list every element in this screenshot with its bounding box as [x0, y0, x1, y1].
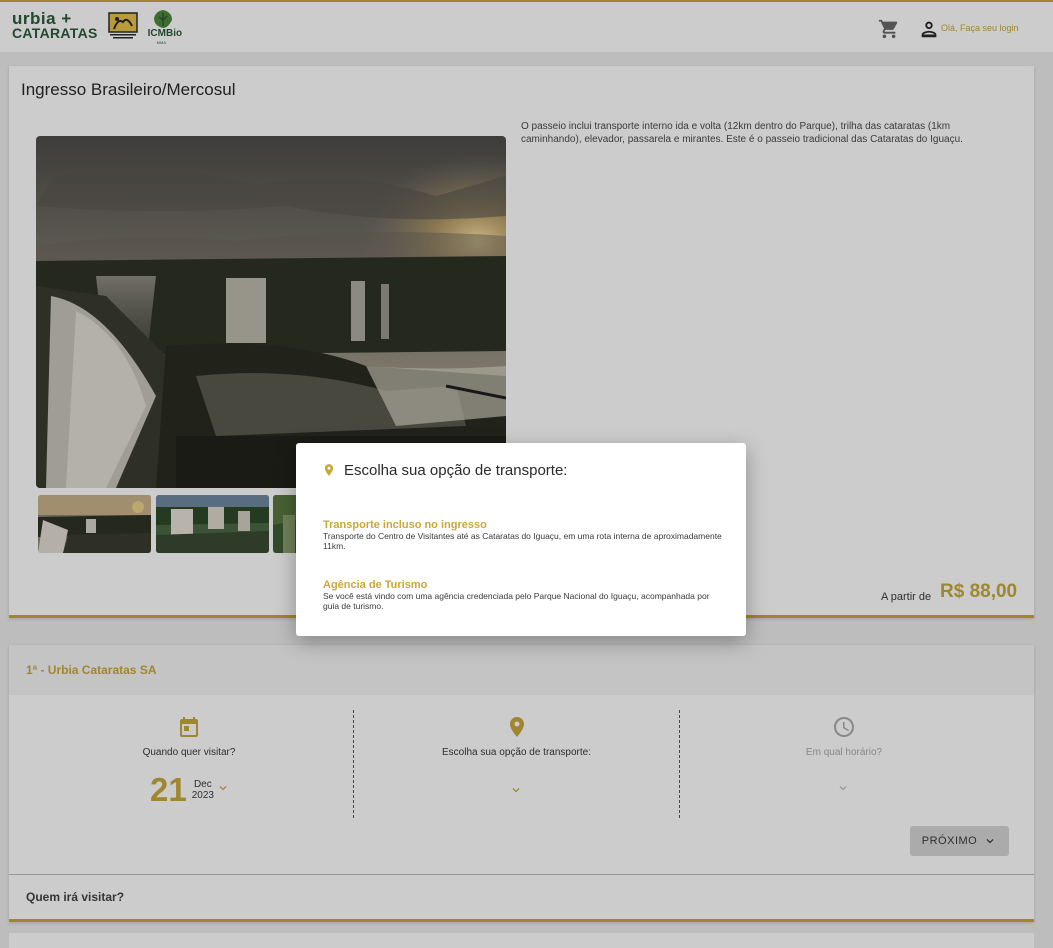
transport-modal: Escolha sua opção de transporte: Transpo… — [296, 443, 746, 636]
transport-option-agency[interactable]: Agência de Turismo Se você está vindo co… — [323, 579, 723, 611]
modal-title: Escolha sua opção de transporte: — [344, 462, 568, 479]
option-description: Se você está vindo com uma agência crede… — [323, 591, 710, 611]
option-title[interactable]: Agência de Turismo — [323, 579, 723, 591]
transport-option-included[interactable]: Transporte incluso no ingresso Transport… — [323, 519, 723, 551]
location-pin-icon — [324, 464, 334, 476]
option-title[interactable]: Transporte incluso no ingresso — [323, 519, 723, 531]
option-description: Transporte do Centro de Visitantes até a… — [323, 531, 722, 551]
